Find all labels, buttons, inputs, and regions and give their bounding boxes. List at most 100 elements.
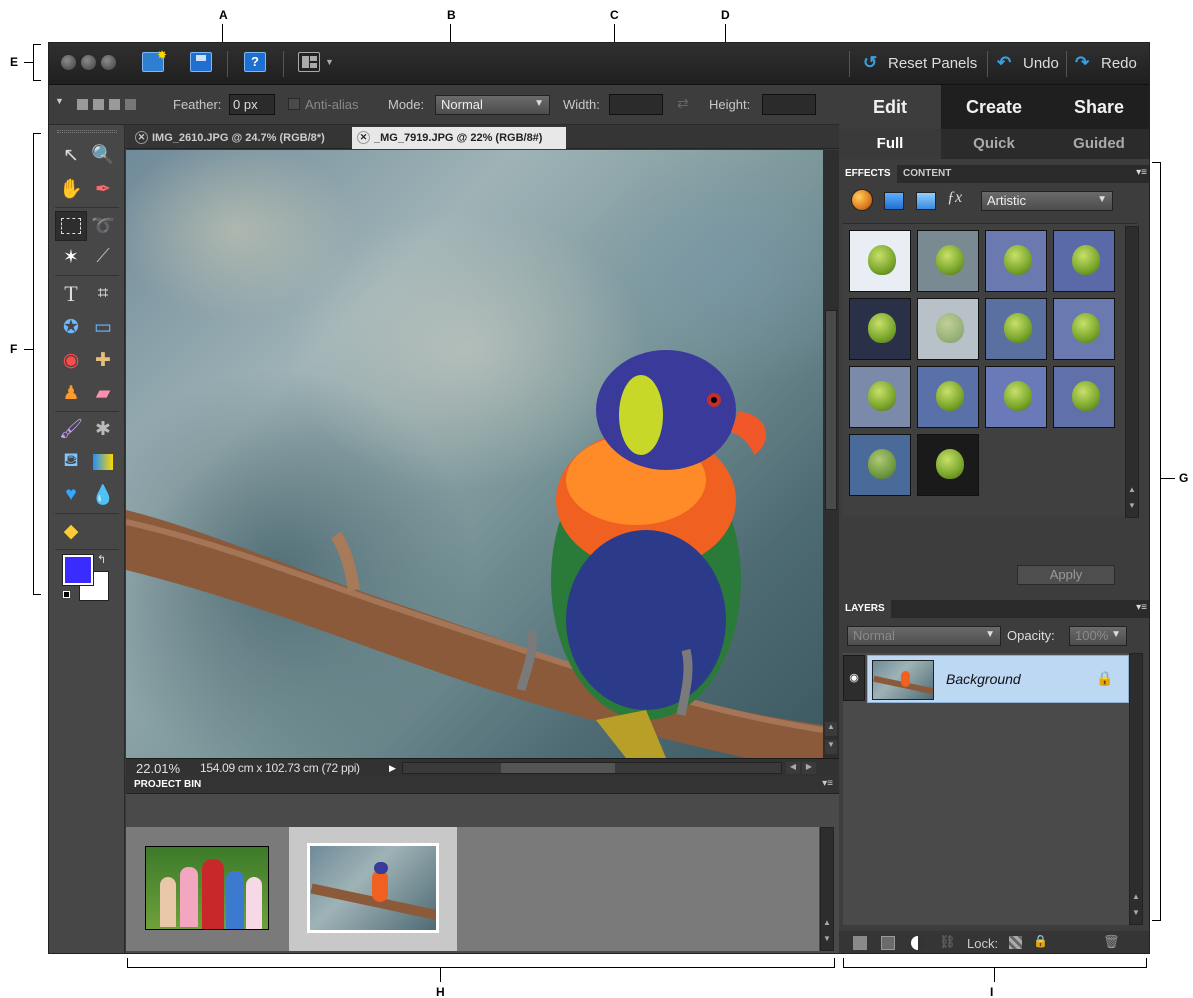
mode-dropdown[interactable]: Normal ▼ [435,95,550,115]
scroll-up-icon[interactable]: ▲ [1126,485,1138,499]
toolbox-grip[interactable] [57,130,117,133]
panel-menu-icon[interactable]: ▾≡ [1136,602,1147,613]
tab-create[interactable]: Create [943,85,1045,129]
lock-all-icon[interactable]: 🔒 [1033,934,1048,948]
effects-scrollbar[interactable]: ▲ ▼ [1125,226,1139,518]
bin-scrollbar[interactable]: ▲ ▼ [820,827,834,951]
save-icon[interactable] [190,52,212,72]
visibility-eye-icon[interactable]: ◉ [843,655,865,701]
add-selection-icon[interactable] [93,99,104,110]
subtract-selection-icon[interactable] [109,99,120,110]
window-dot-icon[interactable] [81,55,96,70]
tab-content[interactable]: CONTENT [897,165,957,183]
hand-tool-icon[interactable]: ✋ [57,175,85,203]
scroll-down-icon[interactable]: ▼ [1126,501,1138,515]
panel-menu-icon[interactable]: ▾≡ [822,778,833,789]
quick-selection-tool-icon[interactable]: ⟋ [89,243,117,271]
healing-brush-tool-icon[interactable]: ✚ [89,346,117,374]
straighten-tool-icon[interactable]: ▭ [89,313,117,341]
feather-input[interactable]: 0 px [229,94,275,115]
status-menu-icon[interactable]: ▶ [389,763,396,774]
tool-preset-chevron-icon[interactable]: ▼ [55,96,64,106]
effect-thumbnail[interactable] [1053,298,1115,360]
effect-thumbnail[interactable] [917,366,979,428]
blend-mode-dropdown[interactable]: Normal ▼ [847,626,1001,646]
effect-thumbnail[interactable] [917,230,979,292]
new-layer-icon[interactable] [853,936,867,950]
eyedropper-tool-icon[interactable]: ✒ [89,175,117,203]
effect-thumbnail[interactable] [1053,230,1115,292]
panel-menu-icon[interactable]: ▾≡ [1136,167,1147,178]
scroll-thumb[interactable] [825,310,837,510]
brush-tool-icon[interactable]: 🖌 [57,415,85,443]
scroll-up-icon[interactable]: ▲ [825,722,837,736]
reset-panels-button[interactable]: Reset Panels [888,55,977,72]
tab-layers[interactable]: LAYERS [839,600,891,618]
move-tool-icon[interactable]: ↖ [57,141,85,169]
bin-item-selected[interactable] [289,827,457,951]
new-selection-icon[interactable] [77,99,88,110]
effect-thumbnail[interactable] [1053,366,1115,428]
effect-thumbnail[interactable] [917,298,979,360]
window-dot-icon[interactable] [61,55,76,70]
tab-share[interactable]: Share [1047,85,1149,129]
clone-stamp-tool-icon[interactable]: ♟ [57,379,85,407]
effect-thumbnail[interactable] [985,230,1047,292]
opacity-input[interactable]: 100% ▼ [1069,626,1127,646]
document-tab[interactable]: ✕ IMG_2610.JPG @ 24.7% (RGB/8*) [130,127,350,149]
chevron-down-icon[interactable]: ▼ [325,57,334,67]
sponge-tool-icon[interactable]: ◆ [57,517,85,545]
effect-thumbnail[interactable] [849,434,911,496]
effects-category-dropdown[interactable]: Artistic ▼ [981,191,1113,211]
photo-effects-icon[interactable] [916,192,936,210]
scroll-down-icon[interactable]: ▼ [825,740,837,754]
scroll-down-icon[interactable]: ▼ [1130,908,1142,922]
cookie-cutter-tool-icon[interactable]: ✪ [57,313,85,341]
effect-thumbnail[interactable] [985,366,1047,428]
red-eye-tool-icon[interactable]: ◉ [57,346,85,374]
help-icon[interactable]: ? [244,52,266,72]
close-icon[interactable]: ✕ [135,131,148,144]
layout-icon[interactable] [298,52,320,72]
layer-mask-icon[interactable] [881,936,895,950]
eraser-tool-icon[interactable]: ▰ [89,379,117,407]
lock-transparency-icon[interactable] [1009,936,1022,949]
effect-thumbnail[interactable] [985,298,1047,360]
filters-icon[interactable] [851,189,873,211]
foreground-color-swatch[interactable] [62,554,94,586]
tab-effects[interactable]: EFFECTS [839,165,897,183]
tab-quick[interactable]: Quick [943,129,1045,159]
paint-bucket-tool-icon[interactable]: ⛾ [57,448,85,476]
effect-thumbnail[interactable] [849,298,911,360]
custom-shape-tool-icon[interactable]: ♥ [57,481,85,509]
layers-scrollbar[interactable]: ▲ ▼ [1129,653,1143,925]
reset-panels-icon[interactable]: ↺ [863,53,877,73]
scroll-thumb[interactable] [501,763,615,773]
smart-brush-tool-icon[interactable]: ✱ [89,415,117,443]
scroll-right-icon[interactable]: ▶ [802,762,816,774]
crop-tool-icon[interactable]: ⌗ [89,280,117,308]
intersect-selection-icon[interactable] [125,99,136,110]
swap-arrows-icon[interactable]: ⇄ [677,95,689,112]
new-file-icon[interactable]: ✸ [142,48,167,72]
marquee-tool-icon[interactable] [55,211,87,241]
scroll-up-icon[interactable]: ▲ [1130,892,1142,906]
layer-styles-icon[interactable] [884,192,904,210]
tab-guided[interactable]: Guided [1047,129,1149,159]
undo-icon[interactable]: ↶ [997,53,1011,73]
swap-colors-icon[interactable]: ↰ [97,553,106,566]
blur-tool-icon[interactable]: 💧 [89,481,117,509]
close-icon[interactable]: ✕ [357,131,370,144]
scroll-left-icon[interactable]: ◀ [786,762,800,774]
zoom-tool-icon[interactable]: 🔍 [89,141,117,169]
redo-icon[interactable]: ↷ [1075,53,1089,73]
adjustment-layer-icon[interactable] [911,936,925,950]
apply-button[interactable]: Apply [1017,565,1115,585]
fx-icon[interactable]: ƒx [947,189,969,211]
lasso-tool-icon[interactable]: ➰ [89,212,117,240]
zoom-level[interactable]: 22.01% [136,761,180,776]
scroll-down-icon[interactable]: ▼ [821,934,833,948]
magic-wand-tool-icon[interactable]: ✶ [57,243,85,271]
height-input[interactable] [762,94,816,115]
undo-button[interactable]: Undo [1023,55,1059,72]
